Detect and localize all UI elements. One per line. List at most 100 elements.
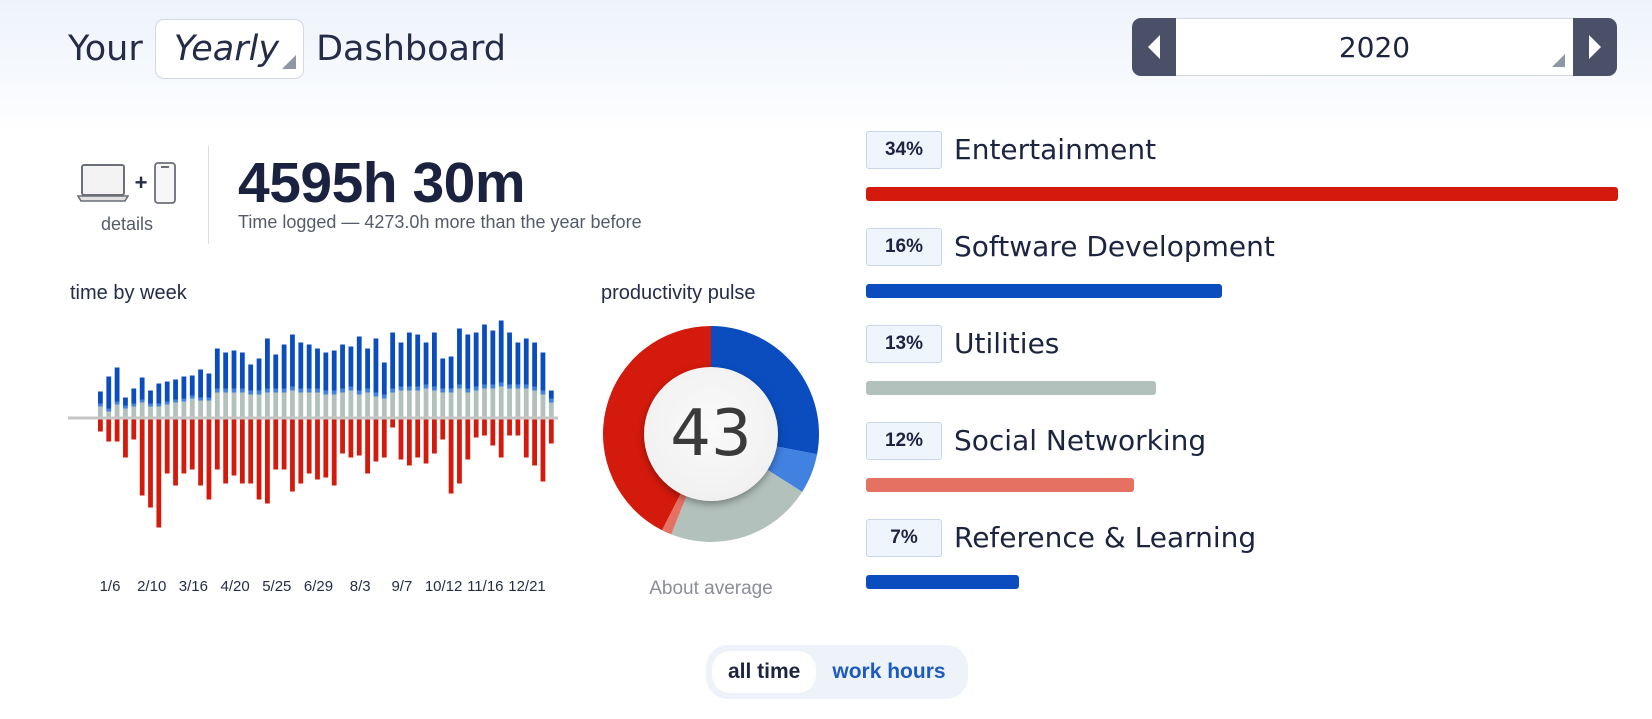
week-bar-productive[interactable] (265, 388, 270, 393)
week-bar-neutral[interactable] (123, 408, 128, 417)
week-bar-neutral[interactable] (415, 390, 421, 417)
week-bar-very-productive[interactable] (448, 356, 454, 389)
week-bar-neutral[interactable] (348, 390, 354, 417)
week-bar-very-distracting[interactable] (281, 419, 287, 470)
week-bar-very-distracting[interactable] (381, 419, 387, 458)
week-bar-neutral[interactable] (148, 406, 153, 417)
week-bar-productive[interactable] (156, 403, 162, 407)
devices-details-link[interactable]: + details (72, 160, 182, 235)
week-bar-very-distracting[interactable] (432, 419, 437, 454)
week-bar-productive[interactable] (348, 386, 354, 391)
week-bar-very-distracting[interactable] (173, 419, 178, 486)
week-bar-very-distracting[interactable] (440, 419, 446, 440)
week-bar-very-distracting[interactable] (273, 419, 279, 470)
week-bar-productive[interactable] (239, 388, 245, 393)
week-bar-neutral[interactable] (540, 394, 546, 417)
week-bar-very-distracting[interactable] (306, 419, 312, 474)
week-bar-productive[interactable] (515, 384, 521, 389)
week-bar-neutral[interactable] (231, 392, 237, 417)
week-bar-very-productive[interactable] (298, 342, 304, 389)
week-bar-productive[interactable] (523, 384, 529, 389)
week-bar-productive[interactable] (432, 386, 437, 391)
week-bar-productive[interactable] (248, 390, 254, 395)
week-bar-very-distracting[interactable] (148, 419, 153, 508)
week-bar-very-distracting[interactable] (423, 419, 429, 464)
week-bar-very-distracting[interactable] (548, 419, 554, 444)
week-bar-very-productive[interactable] (148, 390, 153, 404)
week-bar-neutral[interactable] (548, 402, 554, 417)
week-bar-very-distracting[interactable] (131, 419, 137, 440)
week-bar-very-productive[interactable] (406, 332, 412, 387)
week-bar-very-distracting[interactable] (239, 419, 245, 484)
week-bar-very-distracting[interactable] (398, 419, 404, 460)
week-bar-neutral[interactable] (189, 398, 195, 417)
week-bar-neutral[interactable] (256, 394, 262, 417)
week-bar-very-distracting[interactable] (231, 419, 237, 476)
week-bar-productive[interactable] (273, 388, 279, 393)
week-bar-productive[interactable] (423, 384, 429, 389)
week-bar-very-productive[interactable] (440, 358, 446, 389)
week-bar-very-distracting[interactable] (290, 419, 295, 492)
week-bar-productive[interactable] (340, 388, 345, 393)
week-bar-very-distracting[interactable] (457, 419, 462, 484)
week-bar-very-productive[interactable] (523, 338, 529, 385)
week-bar-neutral[interactable] (432, 390, 437, 417)
week-bar-very-distracting[interactable] (465, 419, 471, 460)
week-bar-very-productive[interactable] (106, 376, 112, 409)
week-bar-very-productive[interactable] (239, 352, 245, 389)
week-bar-very-distracting[interactable] (448, 419, 454, 494)
week-bar-productive[interactable] (465, 388, 471, 393)
category-row[interactable]: 12% Social Networking (866, 422, 1618, 502)
week-bar-productive[interactable] (306, 388, 312, 393)
week-bar-productive[interactable] (164, 401, 170, 405)
week-bar-very-distracting[interactable] (114, 419, 120, 442)
week-bar-very-distracting[interactable] (156, 419, 162, 528)
week-bar-neutral[interactable] (281, 392, 287, 417)
week-bar-productive[interactable] (381, 394, 387, 399)
week-bar-neutral[interactable] (507, 388, 512, 417)
week-bar-neutral[interactable] (498, 386, 504, 417)
week-bar-very-productive[interactable] (189, 375, 195, 396)
week-bar-very-distracting[interactable] (298, 419, 304, 484)
week-bar-neutral[interactable] (457, 388, 462, 417)
week-bar-very-productive[interactable] (381, 362, 387, 395)
category-row[interactable]: 7% Reference & Learning (866, 519, 1618, 599)
week-bar-productive[interactable] (507, 384, 512, 389)
week-bar-productive[interactable] (198, 397, 203, 401)
week-bar-very-productive[interactable] (498, 320, 504, 383)
week-bar-productive[interactable] (189, 395, 195, 399)
week-bar-very-productive[interactable] (507, 332, 512, 385)
week-bar-very-distracting[interactable] (356, 419, 362, 456)
week-bar-very-productive[interactable] (532, 342, 537, 387)
week-bar-very-distracting[interactable] (365, 419, 370, 474)
week-bar-productive[interactable] (356, 390, 362, 395)
week-bar-neutral[interactable] (315, 392, 320, 417)
week-bar-neutral[interactable] (365, 392, 370, 417)
week-bar-very-distracting[interactable] (498, 419, 504, 458)
week-bar-very-productive[interactable] (131, 388, 137, 404)
week-bar-productive[interactable] (148, 403, 153, 407)
week-bar-very-distracting[interactable] (490, 419, 496, 446)
week-bar-very-distracting[interactable] (106, 419, 112, 442)
week-bar-neutral[interactable] (440, 392, 446, 417)
week-bar-productive[interactable] (123, 405, 128, 409)
week-bar-very-distracting[interactable] (406, 419, 412, 466)
week-bar-productive[interactable] (181, 398, 187, 402)
week-bar-productive[interactable] (406, 386, 412, 391)
week-bar-very-distracting[interactable] (540, 419, 546, 482)
week-bar-very-distracting[interactable] (206, 419, 212, 500)
week-bar-very-distracting[interactable] (515, 419, 521, 436)
week-bar-very-productive[interactable] (315, 348, 320, 389)
week-bar-productive[interactable] (331, 390, 337, 395)
week-bar-very-productive[interactable] (356, 336, 362, 391)
week-bar-neutral[interactable] (106, 411, 112, 417)
week-bar-very-productive[interactable] (164, 381, 170, 402)
week-bar-very-productive[interactable] (123, 397, 128, 406)
week-bar-very-distracting[interactable] (181, 419, 187, 474)
week-bar-very-distracting[interactable] (348, 419, 354, 458)
week-bar-very-productive[interactable] (540, 352, 546, 391)
week-bar-very-productive[interactable] (173, 379, 178, 400)
week-bar-very-distracting[interactable] (507, 419, 512, 436)
week-bar-productive[interactable] (398, 386, 404, 391)
week-bar-very-productive[interactable] (465, 334, 471, 389)
